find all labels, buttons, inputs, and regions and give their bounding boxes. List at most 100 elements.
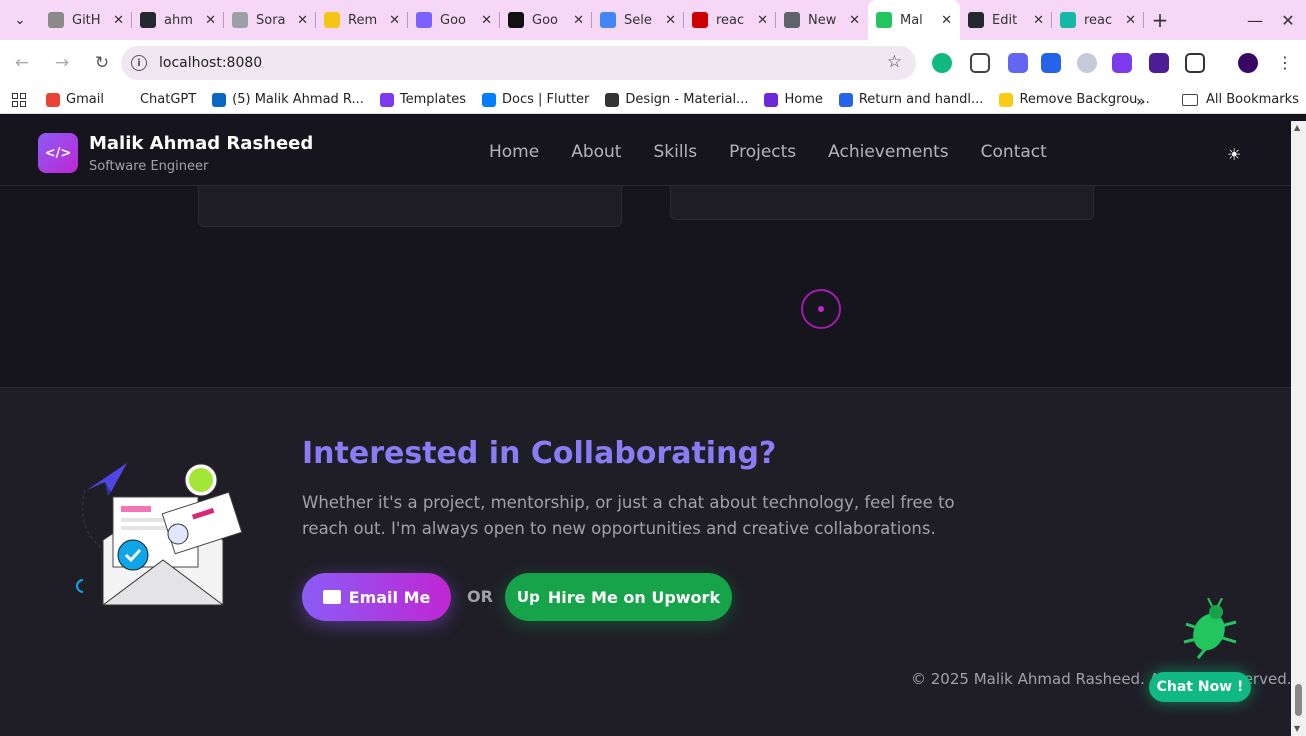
tab-title: Mal xyxy=(900,12,923,28)
mail-illustration-icon xyxy=(76,463,243,606)
hire-upwork-button[interactable]: Up Hire Me on Upwork xyxy=(505,573,732,621)
reload-icon[interactable]: ↻ xyxy=(84,45,120,81)
extension-icon[interactable] xyxy=(1041,53,1061,73)
extension-icon[interactable] xyxy=(932,53,952,73)
tab-close-icon[interactable]: ✕ xyxy=(389,13,400,28)
all-bookmarks-button[interactable]: All Bookmarks xyxy=(1182,92,1299,107)
bookmark-item[interactable]: (5) Malik Ahmad R... xyxy=(212,92,364,107)
tab-favicon-icon xyxy=(324,12,340,28)
tab-favicon-icon xyxy=(48,12,64,28)
bookmark-item[interactable]: Home xyxy=(764,92,823,107)
tab-close-icon[interactable]: ✕ xyxy=(573,13,584,28)
bookmark-item[interactable]: Gmail xyxy=(46,92,104,107)
tab-title: Goo xyxy=(440,12,466,28)
bookmark-item[interactable]: Docs | Flutter xyxy=(482,92,589,107)
puzzle-icon[interactable] xyxy=(1185,53,1205,73)
apps-grid-icon[interactable] xyxy=(12,92,26,107)
tab-title: ahm xyxy=(164,12,193,28)
browser-tab[interactable]: Sora ✕ xyxy=(224,0,316,40)
tab-close-icon[interactable]: ✕ xyxy=(1033,13,1044,28)
page-scrollbar[interactable]: ▲ ▼ xyxy=(1291,121,1306,736)
extension-icon[interactable] xyxy=(1008,53,1028,73)
tab-favicon-icon xyxy=(876,12,892,28)
tab-close-icon[interactable]: ✕ xyxy=(481,13,492,28)
tab-title: Rem xyxy=(348,12,378,28)
site-info-icon[interactable]: i xyxy=(131,55,147,71)
more-bookmarks-icon[interactable]: » xyxy=(1136,92,1145,110)
new-tab-button[interactable]: + xyxy=(1144,0,1176,40)
browser-tab[interactable]: Goo ✕ xyxy=(500,0,592,40)
bookmark-label: Home xyxy=(784,92,823,107)
extension-icon[interactable] xyxy=(1149,53,1169,73)
nav-about[interactable]: About xyxy=(571,142,621,162)
browser-tab[interactable]: Sele ✕ xyxy=(592,0,684,40)
nav-skills[interactable]: Skills xyxy=(653,142,697,162)
bookmark-item[interactable]: Return and handl... xyxy=(838,92,983,107)
browser-tab[interactable]: reac ✕ xyxy=(1052,0,1144,40)
nav-contact[interactable]: Contact xyxy=(981,142,1047,162)
theme-toggle-sun-icon[interactable]: ☀ xyxy=(1227,145,1241,164)
tab-close-icon[interactable]: ✕ xyxy=(113,13,124,28)
scrollbar-thumb[interactable] xyxy=(1295,684,1302,716)
browser-tab-strip: ⌄ GitH ✕ ahm ✕ Sora ✕ Rem ✕ Goo ✕ Goo ✕ Sele ✕ reac ✕ Ne… xyxy=(0,0,1306,40)
nav-achievements[interactable]: Achievements xyxy=(828,142,948,162)
tab-close-icon[interactable]: ✕ xyxy=(849,13,860,28)
web-page: </> Malik Ahmad Rasheed Software Enginee… xyxy=(0,121,1291,736)
avatar[interactable] xyxy=(1238,53,1258,73)
scroll-down-icon[interactable]: ▼ xyxy=(1294,724,1300,733)
tab-title: New xyxy=(808,12,837,28)
bookmark-item[interactable]: Remove Backgrou... xyxy=(999,92,1150,107)
bookmark-favicon-icon xyxy=(119,92,134,107)
tab-favicon-icon xyxy=(140,12,156,28)
tab-close-icon[interactable]: ✕ xyxy=(757,13,768,28)
email-me-button[interactable]: Email Me xyxy=(302,573,451,621)
bug-icon[interactable] xyxy=(1178,598,1240,660)
tab-favicon-icon xyxy=(784,12,800,28)
tab-list: GitH ✕ ahm ✕ Sora ✕ Rem ✕ Goo ✕ Goo ✕ Sele ✕ reac ✕ New ✕… xyxy=(40,0,1144,40)
browser-tab[interactable]: Mal ✕ xyxy=(868,0,960,40)
bookmark-favicon-icon xyxy=(605,92,620,107)
tab-close-icon[interactable]: ✕ xyxy=(297,13,308,28)
brand-name[interactable]: Malik Ahmad Rasheed xyxy=(89,133,313,154)
tab-title: reac xyxy=(716,12,745,28)
browser-tab[interactable]: reac ✕ xyxy=(684,0,776,40)
tab-close-icon[interactable]: ✕ xyxy=(205,13,216,28)
tab-favicon-icon xyxy=(968,12,984,28)
browser-tab[interactable]: GitH ✕ xyxy=(40,0,132,40)
tab-favicon-icon xyxy=(232,12,248,28)
close-window-icon[interactable]: ✕ xyxy=(1271,0,1305,40)
bookmark-label: Gmail xyxy=(66,92,104,107)
tab-close-icon[interactable]: ✕ xyxy=(941,13,952,28)
minimize-icon[interactable]: — xyxy=(1238,0,1272,40)
browser-tab[interactable]: ahm ✕ xyxy=(132,0,224,40)
envelope-icon xyxy=(322,590,341,604)
scroll-up-icon[interactable]: ▲ xyxy=(1294,123,1300,132)
bookmark-star-icon[interactable]: ☆ xyxy=(887,52,902,72)
extension-icon[interactable] xyxy=(1112,53,1132,73)
bookmark-item[interactable]: Design - Material... xyxy=(605,92,748,107)
or-separator: OR xyxy=(467,587,493,606)
bookmark-item[interactable]: Templates xyxy=(379,92,466,107)
menu-dots-icon[interactable]: ⋮ xyxy=(1275,53,1295,73)
collaboration-description: Whether it's a project, mentorship, or j… xyxy=(302,493,955,538)
tab-close-icon[interactable]: ✕ xyxy=(665,13,676,28)
back-arrow-icon[interactable]: ← xyxy=(4,45,40,81)
chat-now-button[interactable]: Chat Now ! xyxy=(1149,672,1251,702)
address-bar[interactable]: i localhost:8080 ☆ xyxy=(121,46,916,80)
nav-projects[interactable]: Projects xyxy=(729,142,796,162)
tab-title: Sora xyxy=(256,12,286,28)
code-logo-icon[interactable]: </> xyxy=(38,133,78,173)
bookmark-label: Design - Material... xyxy=(625,92,749,107)
extension-icon[interactable] xyxy=(970,53,990,73)
nav-home[interactable]: Home xyxy=(489,142,539,162)
browser-tab[interactable]: New ✕ xyxy=(776,0,868,40)
extension-icon[interactable] xyxy=(1077,53,1097,73)
browser-tab[interactable]: Goo ✕ xyxy=(408,0,500,40)
tab-close-icon[interactable]: ✕ xyxy=(1125,13,1136,28)
tab-search-chevron-icon[interactable]: ⌄ xyxy=(0,0,40,40)
folder-icon xyxy=(1182,93,1198,106)
browser-tab[interactable]: Edit ✕ xyxy=(960,0,1052,40)
browser-tab[interactable]: Rem ✕ xyxy=(316,0,408,40)
bookmark-item[interactable]: ChatGPT xyxy=(119,92,196,107)
forward-arrow-icon[interactable]: → xyxy=(44,45,80,81)
